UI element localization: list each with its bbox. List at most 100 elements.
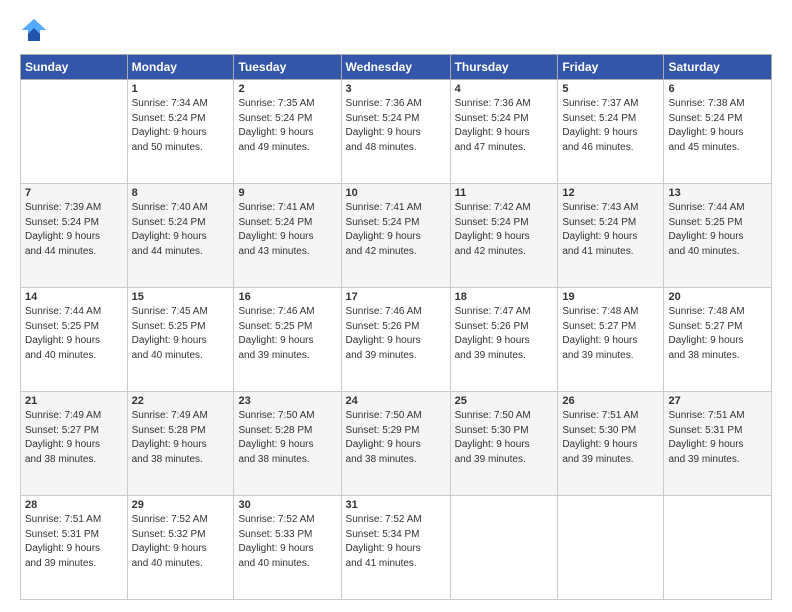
- calendar-cell: 3Sunrise: 7:36 AM Sunset: 5:24 PM Daylig…: [341, 80, 450, 184]
- calendar-cell: [450, 496, 558, 600]
- day-number: 25: [455, 395, 554, 407]
- day-number: 17: [346, 291, 446, 303]
- day-number: 11: [455, 187, 554, 199]
- calendar-cell: 28 Sunrise: 7:51 AM Sunset: 5:31 PM Dayli…: [21, 496, 128, 600]
- calendar-body: 1 Sunrise: 7:34 AM Sunset: 5:24 PM Daylig…: [21, 80, 772, 600]
- day-info: Sunrise: 7:37 AM Sunset: 5:24 PM Dayligh…: [562, 97, 659, 155]
- calendar-cell: 1 Sunrise: 7:34 AM Sunset: 5:24 PM Daylig…: [127, 80, 234, 184]
- calendar-cell: 27 Sunrise: 7:51 AM Sunset: 5:31 PM Dayli…: [664, 392, 772, 496]
- day-number: 30: [238, 499, 336, 511]
- calendar-cell: 10Sunrise: 7:41 AM Sunset: 5:24 PM Dayli…: [341, 184, 450, 288]
- day-number: 19: [562, 291, 659, 303]
- day-info: Sunrise: 7:51 AM Sunset: 5:31 PM Dayligh…: [25, 513, 123, 571]
- day-info: Sunrise: 7:52 AM Sunset: 5:33 PM Dayligh…: [238, 513, 336, 571]
- day-number: 9: [238, 187, 336, 199]
- page: SundayMondayTuesdayWednesdayThursdayFrid…: [0, 0, 792, 612]
- calendar-cell: 4Sunrise: 7:36 AM Sunset: 5:24 PM Daylig…: [450, 80, 558, 184]
- calendar-week-1: 1 Sunrise: 7:34 AM Sunset: 5:24 PM Daylig…: [21, 80, 772, 184]
- day-info: Sunrise: 7:38 AM Sunset: 5:24 PM Dayligh…: [668, 97, 767, 155]
- day-info: Sunrise: 7:50 AM Sunset: 5:29 PM Dayligh…: [346, 409, 446, 467]
- day-number: 14: [25, 291, 123, 303]
- day-info: Sunrise: 7:41 AM Sunset: 5:24 PM Dayligh…: [238, 201, 336, 259]
- day-info: Sunrise: 7:49 AM Sunset: 5:27 PM Dayligh…: [25, 409, 123, 467]
- day-number: 23: [238, 395, 336, 407]
- calendar-cell: 16Sunrise: 7:46 AM Sunset: 5:25 PM Dayli…: [234, 288, 341, 392]
- day-number: 5: [562, 83, 659, 95]
- calendar-cell: 21 Sunrise: 7:49 AM Sunset: 5:27 PM Dayli…: [21, 392, 128, 496]
- day-info: Sunrise: 7:34 AM Sunset: 5:24 PM Dayligh…: [132, 97, 230, 155]
- day-info: Sunrise: 7:36 AM Sunset: 5:24 PM Dayligh…: [346, 97, 446, 155]
- calendar-cell: 15 Sunrise: 7:45 AM Sunset: 5:25 PM Dayli…: [127, 288, 234, 392]
- day-info: Sunrise: 7:49 AM Sunset: 5:28 PM Dayligh…: [132, 409, 230, 467]
- calendar-cell: 14Sunrise: 7:44 AM Sunset: 5:25 PM Dayli…: [21, 288, 128, 392]
- calendar-cell: 11 Sunrise: 7:42 AM Sunset: 5:24 PM Dayli…: [450, 184, 558, 288]
- weekday-header-saturday: Saturday: [664, 55, 772, 80]
- calendar-cell: [664, 496, 772, 600]
- calendar-cell: 8Sunrise: 7:40 AM Sunset: 5:24 PM Daylig…: [127, 184, 234, 288]
- day-info: Sunrise: 7:45 AM Sunset: 5:25 PM Dayligh…: [132, 305, 230, 363]
- calendar-cell: 7Sunrise: 7:39 AM Sunset: 5:24 PM Daylig…: [21, 184, 128, 288]
- day-number: 27: [668, 395, 767, 407]
- weekday-header-monday: Monday: [127, 55, 234, 80]
- weekday-header-row: SundayMondayTuesdayWednesdayThursdayFrid…: [21, 55, 772, 80]
- calendar-cell: [21, 80, 128, 184]
- day-number: 26: [562, 395, 659, 407]
- day-number: 12: [562, 187, 659, 199]
- calendar-cell: 30 Sunrise: 7:52 AM Sunset: 5:33 PM Dayli…: [234, 496, 341, 600]
- day-number: 29: [132, 499, 230, 511]
- calendar-week-5: 28 Sunrise: 7:51 AM Sunset: 5:31 PM Dayli…: [21, 496, 772, 600]
- logo: [20, 16, 54, 44]
- day-info: Sunrise: 7:40 AM Sunset: 5:24 PM Dayligh…: [132, 201, 230, 259]
- calendar-cell: 31 Sunrise: 7:52 AM Sunset: 5:34 PM Dayli…: [341, 496, 450, 600]
- calendar-cell: 5 Sunrise: 7:37 AM Sunset: 5:24 PM Daylig…: [558, 80, 664, 184]
- day-info: Sunrise: 7:52 AM Sunset: 5:34 PM Dayligh…: [346, 513, 446, 571]
- day-number: 10: [346, 187, 446, 199]
- day-info: Sunrise: 7:42 AM Sunset: 5:24 PM Dayligh…: [455, 201, 554, 259]
- day-info: Sunrise: 7:50 AM Sunset: 5:30 PM Dayligh…: [455, 409, 554, 467]
- calendar-cell: 20 Sunrise: 7:48 AM Sunset: 5:27 PM Dayli…: [664, 288, 772, 392]
- day-number: 24: [346, 395, 446, 407]
- day-info: Sunrise: 7:50 AM Sunset: 5:28 PM Dayligh…: [238, 409, 336, 467]
- weekday-header-thursday: Thursday: [450, 55, 558, 80]
- day-info: Sunrise: 7:46 AM Sunset: 5:26 PM Dayligh…: [346, 305, 446, 363]
- calendar-header: SundayMondayTuesdayWednesdayThursdayFrid…: [21, 55, 772, 80]
- calendar-cell: 6 Sunrise: 7:38 AM Sunset: 5:24 PM Daylig…: [664, 80, 772, 184]
- day-number: 6: [668, 83, 767, 95]
- weekday-header-friday: Friday: [558, 55, 664, 80]
- calendar-cell: 12 Sunrise: 7:43 AM Sunset: 5:24 PM Dayli…: [558, 184, 664, 288]
- day-info: Sunrise: 7:51 AM Sunset: 5:31 PM Dayligh…: [668, 409, 767, 467]
- day-number: 13: [668, 187, 767, 199]
- logo-icon: [20, 16, 48, 44]
- day-info: Sunrise: 7:52 AM Sunset: 5:32 PM Dayligh…: [132, 513, 230, 571]
- calendar-cell: 22 Sunrise: 7:49 AM Sunset: 5:28 PM Dayli…: [127, 392, 234, 496]
- calendar-cell: 29 Sunrise: 7:52 AM Sunset: 5:32 PM Dayli…: [127, 496, 234, 600]
- day-number: 1: [132, 83, 230, 95]
- weekday-header-tuesday: Tuesday: [234, 55, 341, 80]
- day-info: Sunrise: 7:46 AM Sunset: 5:25 PM Dayligh…: [238, 305, 336, 363]
- day-info: Sunrise: 7:44 AM Sunset: 5:25 PM Dayligh…: [668, 201, 767, 259]
- day-info: Sunrise: 7:48 AM Sunset: 5:27 PM Dayligh…: [668, 305, 767, 363]
- day-info: Sunrise: 7:43 AM Sunset: 5:24 PM Dayligh…: [562, 201, 659, 259]
- day-number: 18: [455, 291, 554, 303]
- calendar-cell: 18Sunrise: 7:47 AM Sunset: 5:26 PM Dayli…: [450, 288, 558, 392]
- day-number: 21: [25, 395, 123, 407]
- day-number: 4: [455, 83, 554, 95]
- day-number: 31: [346, 499, 446, 511]
- day-info: Sunrise: 7:39 AM Sunset: 5:24 PM Dayligh…: [25, 201, 123, 259]
- calendar-week-3: 14Sunrise: 7:44 AM Sunset: 5:25 PM Dayli…: [21, 288, 772, 392]
- calendar-cell: 17 Sunrise: 7:46 AM Sunset: 5:26 PM Dayli…: [341, 288, 450, 392]
- calendar-cell: 9 Sunrise: 7:41 AM Sunset: 5:24 PM Daylig…: [234, 184, 341, 288]
- calendar-cell: 26 Sunrise: 7:51 AM Sunset: 5:30 PM Dayli…: [558, 392, 664, 496]
- calendar-cell: 25 Sunrise: 7:50 AM Sunset: 5:30 PM Dayli…: [450, 392, 558, 496]
- weekday-header-sunday: Sunday: [21, 55, 128, 80]
- calendar-cell: 2Sunrise: 7:35 AM Sunset: 5:24 PM Daylig…: [234, 80, 341, 184]
- header: [20, 16, 772, 44]
- day-info: Sunrise: 7:51 AM Sunset: 5:30 PM Dayligh…: [562, 409, 659, 467]
- day-number: 2: [238, 83, 336, 95]
- day-number: 15: [132, 291, 230, 303]
- day-number: 28: [25, 499, 123, 511]
- calendar-cell: 13 Sunrise: 7:44 AM Sunset: 5:25 PM Dayli…: [664, 184, 772, 288]
- day-number: 22: [132, 395, 230, 407]
- calendar-cell: 23 Sunrise: 7:50 AM Sunset: 5:28 PM Dayli…: [234, 392, 341, 496]
- day-number: 20: [668, 291, 767, 303]
